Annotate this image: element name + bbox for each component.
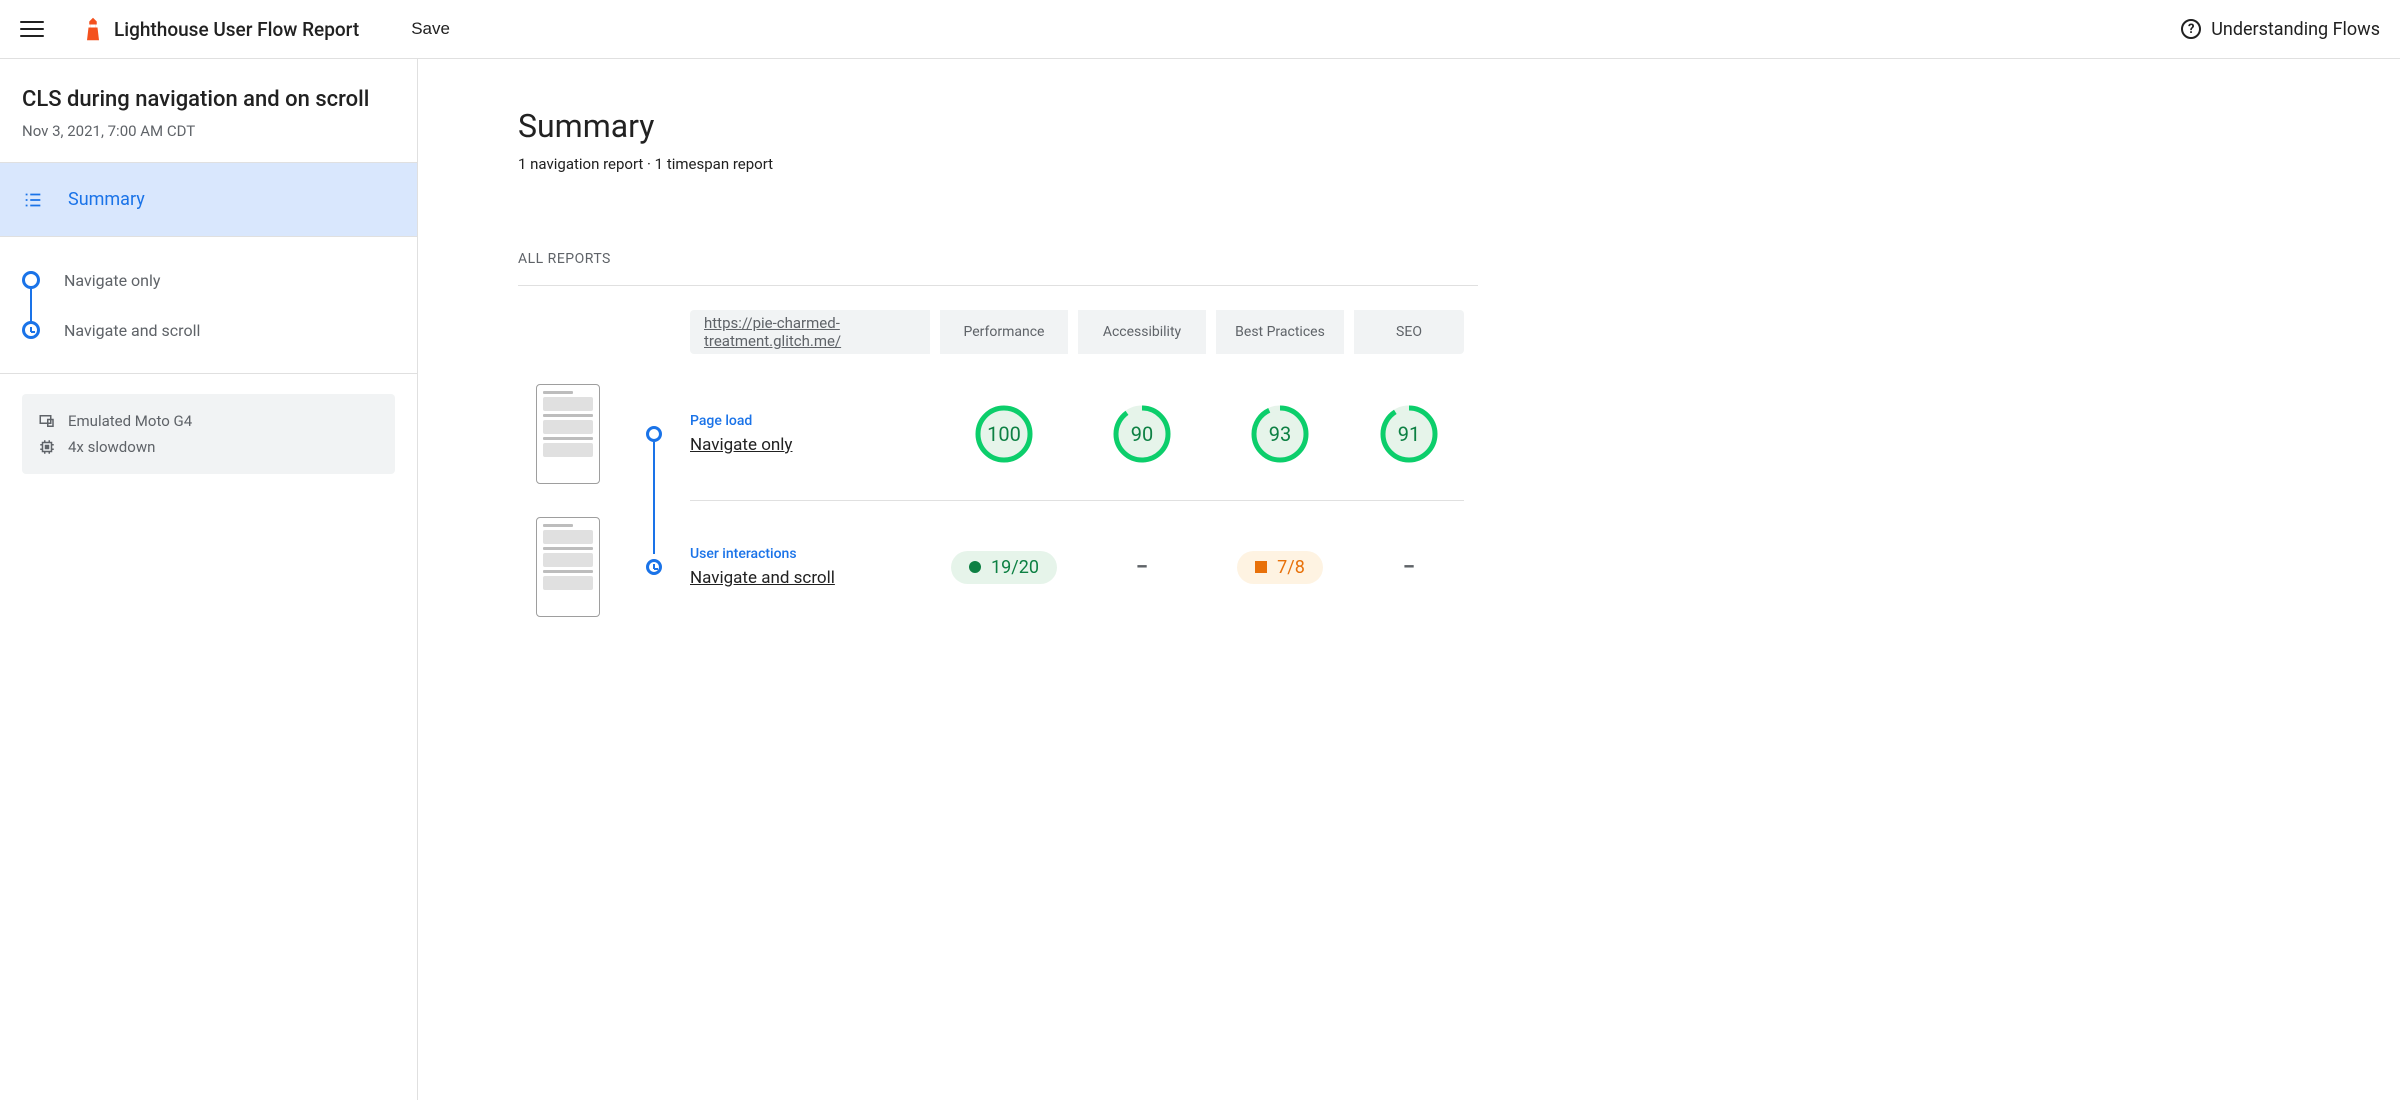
step-label: Navigate only — [64, 271, 160, 290]
main-content: Summary 1 navigation report · 1 timespan… — [418, 59, 2400, 1100]
sidebar-steps: Navigate only Navigate and scroll — [0, 237, 417, 374]
score-seo: − — [1354, 555, 1464, 580]
report-type-label: Page load — [690, 413, 930, 429]
column-header-accessibility: Accessibility — [1078, 310, 1206, 354]
column-header-seo: SEO — [1354, 310, 1464, 354]
navigation-marker-icon — [646, 426, 662, 442]
reports-table: https://pie-charmed-treatment.glitch.me/… — [518, 310, 1478, 627]
summary-icon — [22, 189, 44, 211]
sidebar-step-navigate-only[interactable]: Navigate only — [22, 255, 395, 305]
sidebar-header: CLS during navigation and on scroll Nov … — [0, 59, 417, 163]
flow-title: CLS during navigation and on scroll — [22, 87, 395, 112]
score-best-practices[interactable]: 93 — [1216, 404, 1344, 464]
report-name-cell: User interactions Navigate and scroll — [690, 546, 930, 588]
screenshot-thumbnail[interactable] — [518, 384, 618, 484]
score-seo[interactable]: 91 — [1354, 404, 1464, 464]
sidebar-step-navigate-and-scroll[interactable]: Navigate and scroll — [22, 305, 395, 355]
help-icon: ? — [2181, 19, 2201, 39]
sidebar-item-summary[interactable]: Summary — [0, 163, 417, 237]
timespan-marker-icon — [22, 321, 40, 339]
score-performance[interactable]: 19/20 — [940, 551, 1068, 584]
summary-label: Summary — [68, 189, 145, 210]
column-header-url: https://pie-charmed-treatment.glitch.me/ — [690, 310, 930, 354]
env-device: Emulated Moto G4 — [38, 408, 379, 434]
help-label: Understanding Flows — [2211, 19, 2380, 40]
average-square-icon — [1255, 561, 1267, 573]
dash-icon: − — [1136, 555, 1148, 580]
help-link[interactable]: ? Understanding Flows — [2181, 19, 2380, 40]
env-device-label: Emulated Moto G4 — [68, 412, 192, 430]
save-button[interactable]: Save — [411, 19, 450, 39]
score-value: 90 — [1112, 404, 1172, 464]
app-title: Lighthouse User Flow Report — [114, 18, 359, 41]
environment-box: Emulated Moto G4 4x slowdown — [22, 394, 395, 474]
section-label: ALL REPORTS — [518, 251, 1478, 267]
timeline-marker — [628, 374, 680, 494]
lighthouse-logo-icon — [84, 17, 102, 41]
score-accessibility[interactable]: 90 — [1078, 404, 1206, 464]
score-best-practices[interactable]: 7/8 — [1216, 551, 1344, 584]
pass-dot-icon — [969, 561, 981, 573]
score-accessibility: − — [1078, 555, 1206, 580]
env-throttle-label: 4x slowdown — [68, 438, 155, 456]
score-value: 93 — [1250, 404, 1310, 464]
tested-url-link[interactable]: https://pie-charmed-treatment.glitch.me/ — [704, 314, 930, 350]
screenshot-thumbnail[interactable] — [518, 517, 618, 617]
dash-icon: − — [1403, 555, 1415, 580]
topbar: Lighthouse User Flow Report Save ? Under… — [0, 0, 2400, 59]
page-title: Summary — [518, 107, 2400, 145]
divider — [518, 285, 1478, 286]
navigation-marker-icon — [22, 271, 40, 289]
report-link[interactable]: Navigate only — [690, 435, 930, 455]
score-value: 100 — [974, 404, 1034, 464]
flow-date: Nov 3, 2021, 7:00 AM CDT — [22, 122, 395, 140]
cpu-icon — [38, 438, 56, 456]
env-throttle: 4x slowdown — [38, 434, 379, 460]
menu-icon[interactable] — [20, 17, 44, 41]
step-label: Navigate and scroll — [64, 321, 200, 340]
report-link[interactable]: Navigate and scroll — [690, 568, 930, 588]
page-subtitle: 1 navigation report · 1 timespan report — [518, 155, 2400, 173]
column-header-best-practices: Best Practices — [1216, 310, 1344, 354]
column-header-performance: Performance — [940, 310, 1068, 354]
timespan-marker-icon — [646, 559, 662, 575]
score-fraction: 7/8 — [1277, 557, 1305, 578]
score-performance[interactable]: 100 — [940, 404, 1068, 464]
report-type-label: User interactions — [690, 546, 930, 562]
sidebar: CLS during navigation and on scroll Nov … — [0, 59, 418, 1100]
score-fraction: 19/20 — [991, 557, 1039, 578]
device-icon — [38, 412, 56, 430]
score-value: 91 — [1379, 404, 1439, 464]
report-name-cell: Page load Navigate only — [690, 413, 930, 455]
